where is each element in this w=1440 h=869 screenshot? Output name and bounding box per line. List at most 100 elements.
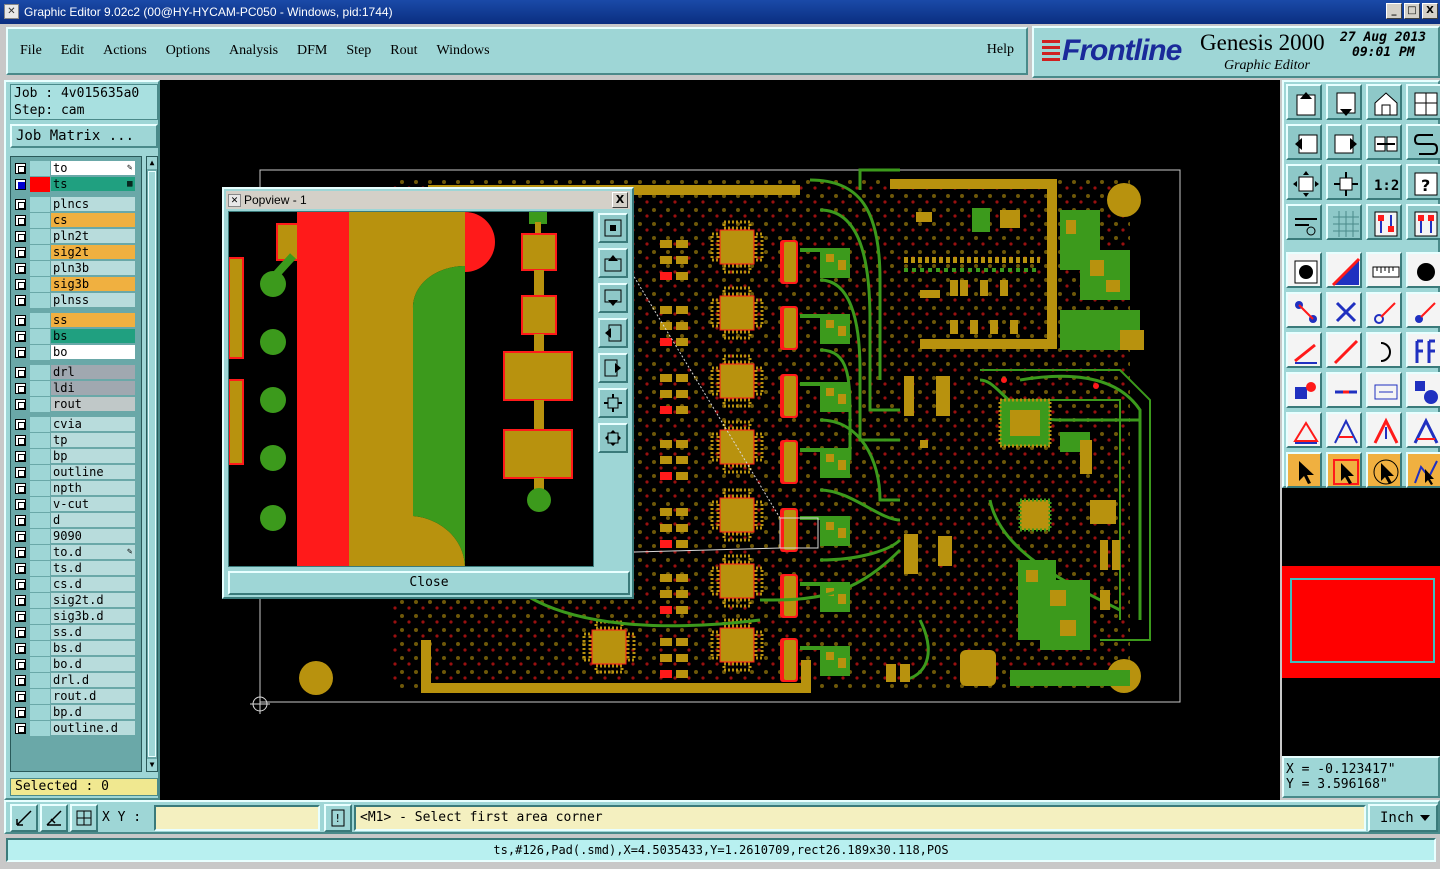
- layer-checkbox[interactable]: [15, 179, 26, 190]
- layer-checkbox[interactable]: [15, 675, 26, 686]
- select-icon[interactable]: [1326, 452, 1362, 488]
- layer-row-ts[interactable]: ts ▦: [13, 177, 141, 192]
- triangle-blue-icon[interactable]: [1406, 412, 1440, 448]
- layer-color-swatch[interactable]: [30, 433, 50, 448]
- layer-row-tp[interactable]: tp: [13, 433, 141, 448]
- layer-name[interactable]: sig2t.d: [51, 593, 135, 608]
- triangle-icon[interactable]: [1326, 412, 1362, 448]
- layer-color-swatch[interactable]: [30, 673, 50, 688]
- layer-row-to.d[interactable]: to.d ✎: [13, 545, 141, 560]
- layer-name[interactable]: bs: [51, 329, 135, 344]
- zoom-fit-icon[interactable]: [1286, 164, 1322, 200]
- popview-pan-left-icon[interactable]: [598, 318, 628, 348]
- one-to-one-icon[interactable]: 1:2: [1366, 164, 1402, 200]
- layer-color-swatch[interactable]: [30, 345, 50, 360]
- layer-row-9090[interactable]: 9090: [13, 529, 141, 544]
- layer-name[interactable]: ts.d: [51, 561, 135, 576]
- layer-checkbox[interactable]: [15, 263, 26, 274]
- flip-icon[interactable]: [1406, 332, 1440, 368]
- layer-checkbox[interactable]: [15, 247, 26, 258]
- layer-checkbox[interactable]: [15, 499, 26, 510]
- menu-windows[interactable]: Windows: [437, 43, 490, 59]
- layer-name[interactable]: sig3b.d: [51, 609, 135, 624]
- layer-row-plnss[interactable]: plnss: [13, 293, 141, 308]
- layer-row-pln3b[interactable]: pln3b: [13, 261, 141, 276]
- layer-checkbox[interactable]: [15, 451, 26, 462]
- layer-color-swatch[interactable]: [30, 229, 50, 244]
- layer-row-bp[interactable]: bp: [13, 449, 141, 464]
- popview-fit-icon[interactable]: [598, 213, 628, 243]
- layer-row-bs[interactable]: bs: [13, 329, 141, 344]
- layer-name[interactable]: cvia: [51, 417, 135, 432]
- select-area-icon[interactable]: [1366, 452, 1402, 488]
- layer-color-swatch[interactable]: [30, 329, 50, 344]
- ruler-icon[interactable]: [1366, 252, 1402, 288]
- layer-color-swatch[interactable]: [30, 465, 50, 480]
- layer-color-swatch[interactable]: [30, 625, 50, 640]
- shapes-icon[interactable]: [1406, 372, 1440, 408]
- layer-color-swatch[interactable]: [30, 313, 50, 328]
- layer-color-swatch[interactable]: [30, 561, 50, 576]
- layer-checkbox[interactable]: [15, 215, 26, 226]
- layer-checkbox[interactable]: [15, 199, 26, 210]
- layer-row-bp.d[interactable]: bp.d: [13, 705, 141, 720]
- layer-scrollbar[interactable]: ▲ ▼: [146, 156, 158, 772]
- layer-color-swatch[interactable]: [30, 593, 50, 608]
- layer-checkbox[interactable]: [15, 231, 26, 242]
- layer-color-swatch[interactable]: [30, 381, 50, 396]
- layer-row-drl.d[interactable]: drl.d: [13, 673, 141, 688]
- layer-color-swatch[interactable]: [30, 277, 50, 292]
- grid-icon[interactable]: [1326, 204, 1362, 240]
- line-dot-icon[interactable]: [1366, 292, 1402, 328]
- line-h-icon[interactable]: [1326, 372, 1362, 408]
- open-job-icon[interactable]: [1286, 84, 1322, 120]
- layer-checkbox[interactable]: [15, 279, 26, 290]
- cross-icon[interactable]: [1326, 292, 1362, 328]
- overview-viewport-box[interactable]: [1290, 578, 1435, 663]
- layer-name[interactable]: cs.d: [51, 577, 135, 592]
- popview-pan-up-icon[interactable]: [598, 248, 628, 278]
- layer-color-swatch[interactable]: [30, 513, 50, 528]
- layer-checkbox[interactable]: [15, 399, 26, 410]
- layer-row-bs.d[interactable]: bs.d: [13, 641, 141, 656]
- layer-checkbox[interactable]: [15, 367, 26, 378]
- layer-row-rout[interactable]: rout: [13, 397, 141, 412]
- layer-name[interactable]: ts: [51, 177, 135, 192]
- next-layer-icon[interactable]: [1326, 124, 1362, 160]
- snap-icon[interactable]: [10, 804, 38, 832]
- layer-name[interactable]: npth: [51, 481, 135, 496]
- layer-color-swatch[interactable]: [30, 245, 50, 260]
- menu-step[interactable]: Step: [346, 43, 371, 59]
- layer-color-swatch[interactable]: [30, 641, 50, 656]
- layer-row-d[interactable]: d: [13, 513, 141, 528]
- layer-row-bo[interactable]: bo: [13, 345, 141, 360]
- triangle-red-icon[interactable]: [1286, 412, 1322, 448]
- scroll-up-icon[interactable]: ▲: [147, 157, 157, 169]
- layer-row-sig3b.d[interactable]: sig3b.d: [13, 609, 141, 624]
- scroll-down-icon[interactable]: ▼: [147, 759, 157, 771]
- save-icon[interactable]: [1326, 84, 1362, 120]
- zoom-center-icon[interactable]: [1326, 164, 1362, 200]
- layer-checkbox[interactable]: [15, 531, 26, 542]
- layer-row-plncs[interactable]: plncs: [13, 197, 141, 212]
- layer-name[interactable]: bp.d: [51, 705, 135, 720]
- layer-checkbox[interactable]: [15, 383, 26, 394]
- triangle-arrow-icon[interactable]: [1366, 412, 1402, 448]
- layer-row-to[interactable]: to ✎: [13, 161, 141, 176]
- layer-row-npth[interactable]: npth: [13, 481, 141, 496]
- layer-color-swatch[interactable]: [30, 449, 50, 464]
- popview-close-x-button[interactable]: X: [612, 192, 628, 208]
- layer-name[interactable]: d: [51, 513, 135, 528]
- layer-name[interactable]: plnss: [51, 293, 135, 308]
- menu-rout[interactable]: Rout: [390, 43, 417, 59]
- layer-row-rout.d[interactable]: rout.d: [13, 689, 141, 704]
- layer-name[interactable]: outline: [51, 465, 135, 480]
- popview-zoom-center-icon[interactable]: [598, 423, 628, 453]
- close-window-button[interactable]: X: [1422, 3, 1438, 19]
- popview-titlebar[interactable]: ✕ Popview - 1 X: [226, 191, 630, 209]
- layer-color-swatch[interactable]: [30, 689, 50, 704]
- layer-name[interactable]: bs.d: [51, 641, 135, 656]
- layer-checkbox[interactable]: [15, 435, 26, 446]
- window-icon[interactable]: [1406, 84, 1440, 120]
- layer-name[interactable]: bo.d: [51, 657, 135, 672]
